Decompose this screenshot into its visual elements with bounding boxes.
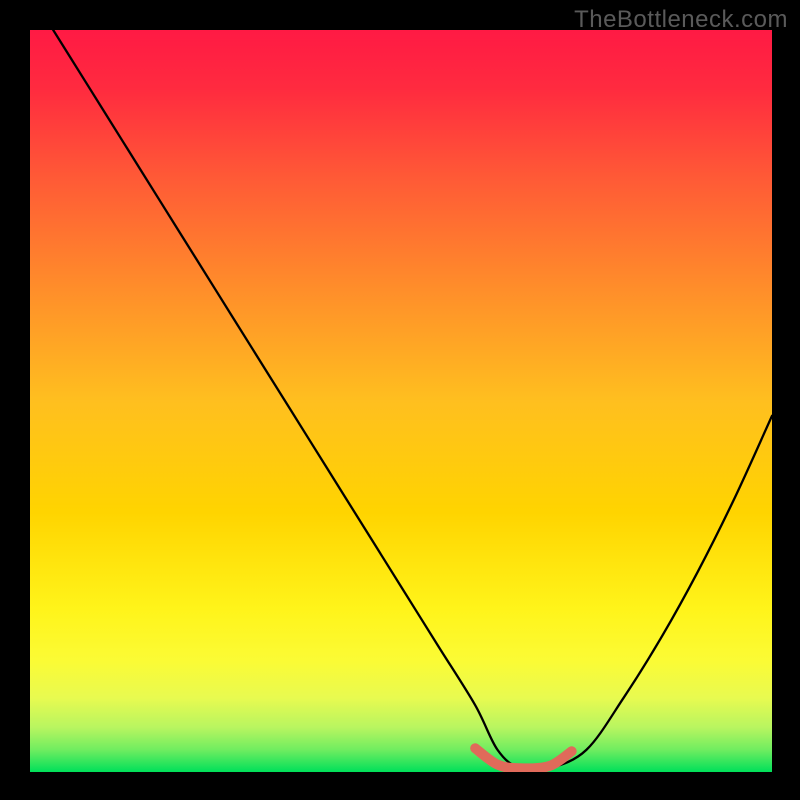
chart-container: TheBottleneck.com [0, 0, 800, 800]
plot-area [30, 30, 772, 772]
gradient-background [30, 30, 772, 772]
watermark-text: TheBottleneck.com [574, 6, 788, 34]
chart-svg [30, 30, 772, 772]
